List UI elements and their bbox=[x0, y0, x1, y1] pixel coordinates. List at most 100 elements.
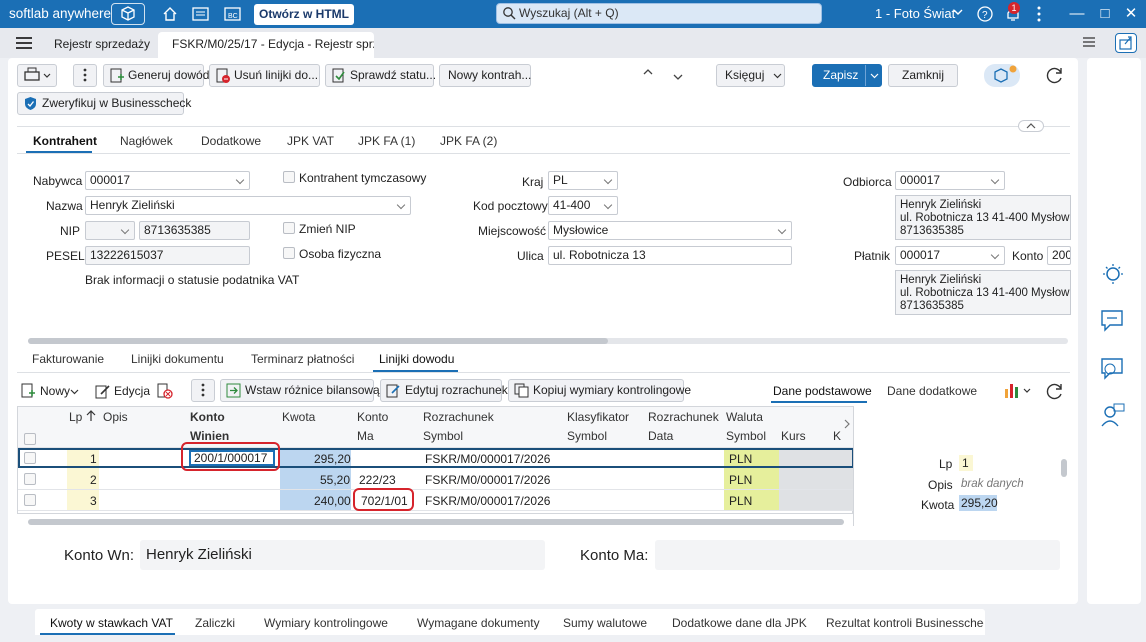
tab-sumy[interactable]: Sumy walutowe bbox=[563, 616, 647, 630]
header-lp[interactable]: Lp bbox=[69, 410, 82, 424]
tab-edycja[interactable]: FSKR/M0/25/17 - Edycja - Rejestr sprz bbox=[158, 32, 374, 58]
bc-icon[interactable]: BC bbox=[224, 6, 242, 22]
street-field[interactable]: ul. Robotnicza 13 bbox=[548, 246, 792, 265]
refresh-icon[interactable] bbox=[1045, 65, 1065, 85]
help-chat-icon[interactable] bbox=[1100, 356, 1126, 382]
company-selector[interactable]: 1 - Foto Świat bbox=[875, 6, 955, 21]
maximize-icon[interactable]: □ bbox=[1095, 4, 1115, 24]
home-icon[interactable] bbox=[161, 5, 179, 23]
cube-icon[interactable] bbox=[111, 3, 145, 25]
close-button[interactable]: Zamknij bbox=[888, 64, 958, 87]
nip-prefix-select[interactable] bbox=[85, 221, 135, 240]
postal-code-select[interactable]: 41-400 bbox=[548, 196, 618, 215]
grid-horizontal-scrollbar[interactable] bbox=[28, 519, 844, 525]
share-icon[interactable] bbox=[1115, 33, 1137, 53]
delete-lines-button[interactable]: Usuń linijki do... bbox=[209, 64, 320, 87]
row-checkbox[interactable] bbox=[24, 494, 36, 506]
more-options-button[interactable] bbox=[73, 64, 97, 87]
chat-icon[interactable] bbox=[1100, 308, 1126, 334]
tab-naglowek[interactable]: Nagłówek bbox=[120, 134, 173, 148]
copy-dims-button[interactable]: Kopiuj wymiary kontrolingowe bbox=[508, 379, 691, 402]
natural-person-checkbox[interactable] bbox=[283, 247, 295, 259]
header-kwota[interactable]: Kwota bbox=[282, 410, 315, 424]
help-icon[interactable]: ? bbox=[976, 5, 994, 23]
details-scrollbar[interactable] bbox=[1061, 459, 1067, 477]
check-status-button[interactable]: Sprawdź statu... bbox=[325, 64, 436, 87]
list-icon[interactable] bbox=[1081, 36, 1097, 50]
select-all-checkbox[interactable] bbox=[24, 433, 36, 445]
tab-jpk-dane[interactable]: Dodatkowe dane dla JPK bbox=[672, 616, 807, 630]
chevron-down-icon[interactable] bbox=[953, 9, 963, 17]
header-klasyfikator[interactable]: Klasyfikator bbox=[567, 410, 629, 424]
lightbulb-icon[interactable] bbox=[1101, 262, 1125, 286]
header-data[interactable]: Data bbox=[648, 429, 673, 443]
menu-icon[interactable] bbox=[16, 37, 32, 49]
collapse-up-icon[interactable] bbox=[1018, 120, 1044, 132]
tab-linijki-dowodu[interactable]: Linijki dowodu bbox=[379, 352, 454, 366]
row-checkbox[interactable] bbox=[24, 452, 36, 464]
sort-up-icon[interactable] bbox=[86, 410, 96, 422]
account-field[interactable]: 200/ bbox=[1047, 246, 1071, 265]
header-konto-ma[interactable]: Konto bbox=[357, 410, 388, 424]
close-icon[interactable]: ✕ bbox=[1121, 4, 1141, 24]
tab-linijki-dokumentu[interactable]: Linijki dokumentu bbox=[131, 352, 224, 366]
header-k[interactable]: K bbox=[833, 429, 841, 443]
nip-field[interactable]: 8713635385 bbox=[139, 221, 250, 240]
tab-jpk-fa-2[interactable]: JPK FA (2) bbox=[440, 134, 497, 148]
payer-select[interactable]: 000017 bbox=[895, 246, 1005, 265]
open-html-button[interactable]: Otwórz w HTML bbox=[254, 4, 354, 25]
new-contractor-button[interactable]: Nowy kontrah... bbox=[439, 64, 531, 87]
tab-jpk-fa-1[interactable]: JPK FA (1) bbox=[358, 134, 415, 148]
arrow-down-icon[interactable] bbox=[672, 69, 684, 83]
verify-button[interactable]: Zweryfikuj w Businesscheck bbox=[17, 92, 191, 115]
chevron-right-icon[interactable] bbox=[843, 419, 851, 429]
temp-contractor-checkbox[interactable] bbox=[283, 171, 295, 183]
support-icon[interactable] bbox=[1100, 402, 1126, 428]
generate-button[interactable]: Generuj dowód bbox=[103, 64, 209, 87]
more-options-button[interactable] bbox=[191, 379, 215, 402]
chevron-down-icon[interactable] bbox=[870, 73, 879, 79]
edit-button[interactable]: Edycja bbox=[95, 381, 150, 401]
tab-terminarz[interactable]: Terminarz płatności bbox=[251, 352, 354, 366]
more-vertical-icon[interactable] bbox=[1035, 4, 1043, 24]
tab-rejestr-sprzedazy[interactable]: Rejestr sprzedaży bbox=[54, 37, 150, 51]
city-select[interactable]: Mysłowice bbox=[548, 221, 792, 240]
tab-dane-dodatkowe[interactable]: Dane dodatkowe bbox=[887, 384, 977, 398]
refresh-icon[interactable] bbox=[1045, 381, 1065, 401]
name-select[interactable]: Henryk Zieliński bbox=[85, 196, 411, 215]
header-rozrachunek[interactable]: Rozrachunek bbox=[423, 410, 494, 424]
row-checkbox[interactable] bbox=[24, 473, 36, 485]
header-symbol[interactable]: Symbol bbox=[423, 429, 463, 443]
print-button[interactable] bbox=[17, 64, 57, 87]
recipient-select[interactable]: 000017 bbox=[895, 171, 1005, 190]
tab-wymagane[interactable]: Wymagane dokumenty bbox=[417, 616, 540, 630]
country-select[interactable]: PL bbox=[548, 171, 618, 190]
header-rozrachunek-data[interactable]: Rozrachunek bbox=[648, 410, 719, 424]
scrollbar-thumb[interactable] bbox=[28, 338, 608, 344]
delete-icon[interactable] bbox=[156, 383, 174, 399]
header-waluta-symbol[interactable]: Symbol bbox=[726, 429, 766, 443]
report-icon[interactable] bbox=[192, 6, 210, 22]
tab-dane-podstawowe[interactable]: Dane podstawowe bbox=[773, 384, 872, 398]
pesel-field[interactable]: 13222615037 bbox=[85, 246, 250, 265]
businesscheck-toggle[interactable] bbox=[984, 64, 1020, 87]
header-kurs[interactable]: Kurs bbox=[781, 429, 806, 443]
search-input[interactable]: Wyszukaj (Alt + Q) bbox=[496, 3, 822, 24]
header-winien[interactable]: Winien bbox=[190, 429, 229, 443]
header-waluta[interactable]: Waluta bbox=[726, 410, 763, 424]
buyer-select[interactable]: 000017 bbox=[85, 171, 250, 190]
change-nip-checkbox[interactable] bbox=[283, 222, 295, 234]
tab-dodatkowe[interactable]: Dodatkowe bbox=[201, 134, 261, 148]
tab-rezultat[interactable]: Rezultat kontroli Businesscheck bbox=[826, 616, 984, 630]
arrow-up-icon[interactable] bbox=[642, 67, 654, 81]
tab-kontrahent[interactable]: Kontrahent bbox=[33, 134, 97, 148]
bar-chart-icon[interactable] bbox=[1004, 381, 1034, 399]
header-ma[interactable]: Ma bbox=[357, 429, 374, 443]
insert-diff-button[interactable]: Wstaw różnice bilansową bbox=[220, 379, 380, 402]
new-button[interactable]: Nowy bbox=[20, 381, 80, 401]
edit-settlement-button[interactable]: Edytuj rozrachunek bbox=[380, 379, 508, 402]
save-button[interactable]: Zapisz bbox=[812, 64, 882, 87]
header-klasyfikator-symbol[interactable]: Symbol bbox=[567, 429, 607, 443]
minimize-icon[interactable]: — bbox=[1067, 4, 1087, 24]
tab-zaliczki[interactable]: Zaliczki bbox=[195, 616, 235, 630]
